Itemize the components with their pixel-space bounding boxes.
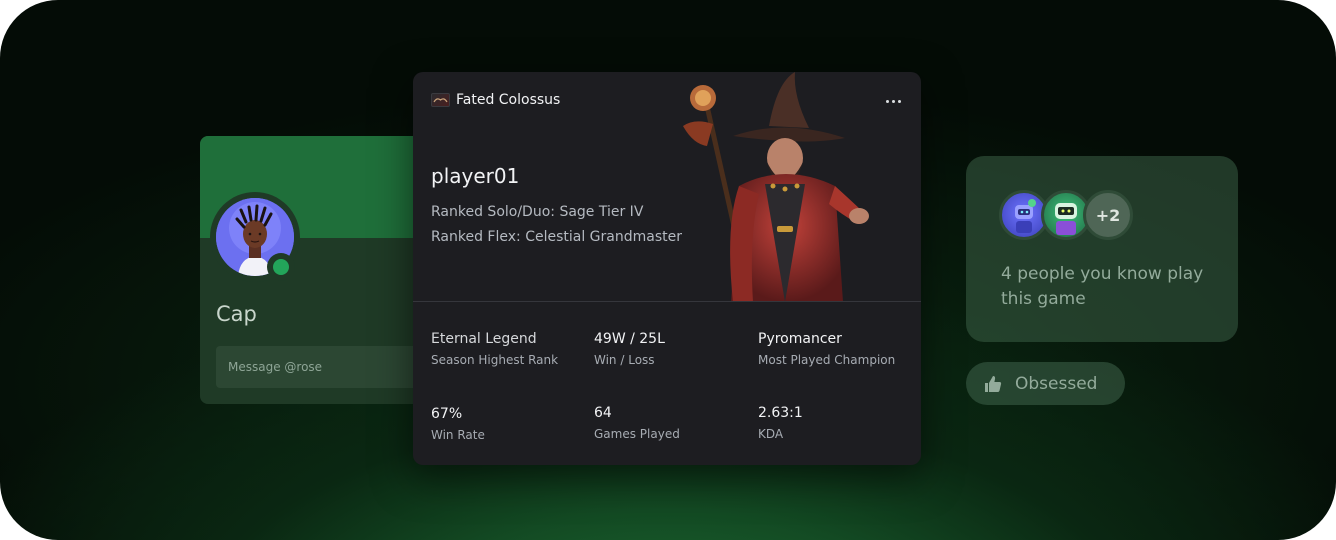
stat-win-loss: 49W / 25L Win / Loss <box>594 331 665 367</box>
obsessed-reaction-button[interactable]: Obsessed <box>966 362 1125 405</box>
stat-most-played-champion: Pyromancer Most Played Champion <box>758 331 895 367</box>
rank-flex: Ranked Flex: Celestial Grandmaster <box>431 229 682 245</box>
game-logo-icon <box>431 93 450 107</box>
stat-games-played: 64 Games Played <box>594 405 680 441</box>
friends-playing-text: 4 people you know play this game <box>1001 264 1204 309</box>
stat-label: Season Highest Rank <box>431 353 559 367</box>
game-title: Fated Colossus <box>456 92 561 108</box>
stat-value: 49W / 25L <box>594 331 665 347</box>
more-friends-count[interactable]: +2 <box>1083 190 1133 240</box>
thumbs-up-icon <box>985 375 1002 392</box>
obsessed-label: Obsessed <box>1015 373 1098 394</box>
stat-label: Games Played <box>594 427 680 441</box>
champion-art-image <box>683 72 869 302</box>
stat-label: KDA <box>758 427 784 441</box>
stat-value: Pyromancer <box>758 331 842 347</box>
section-divider <box>413 301 921 302</box>
stat-label: Win Rate <box>431 428 485 442</box>
stat-win-rate: 67% Win Rate <box>431 406 485 442</box>
friend-avatar-stack: +2 <box>999 190 1133 240</box>
player-username: player01 <box>431 164 520 188</box>
user-profile-card: Cap Message @rose <box>200 136 440 404</box>
game-header: Fated Colossus <box>431 92 560 108</box>
online-status-indicator <box>267 253 295 281</box>
stat-value: 2.63:1 <box>758 405 803 421</box>
stat-value: 67% <box>431 406 463 422</box>
promo-stage: Cap Message @rose Fated Colossus player0… <box>0 0 1336 540</box>
stat-label: Win / Loss <box>594 353 655 367</box>
stat-value: Eternal Legend <box>431 331 537 347</box>
online-status-dot <box>273 259 289 275</box>
stat-kda: 2.63:1 KDA <box>758 405 803 441</box>
stat-value: 64 <box>594 405 612 421</box>
profile-display-name: Cap <box>216 302 257 326</box>
stat-label: Most Played Champion <box>758 353 896 367</box>
rank-solo-duo: Ranked Solo/Duo: Sage Tier IV <box>431 204 644 220</box>
message-input[interactable]: Message @rose <box>216 346 436 388</box>
stat-season-highest-rank: Eternal Legend Season Highest Rank <box>431 331 558 367</box>
game-activity-card: Fated Colossus player01 Ranked Solo/Duo:… <box>413 72 921 465</box>
friends-playing-card: +2 4 people you know play this game <box>966 156 1238 342</box>
